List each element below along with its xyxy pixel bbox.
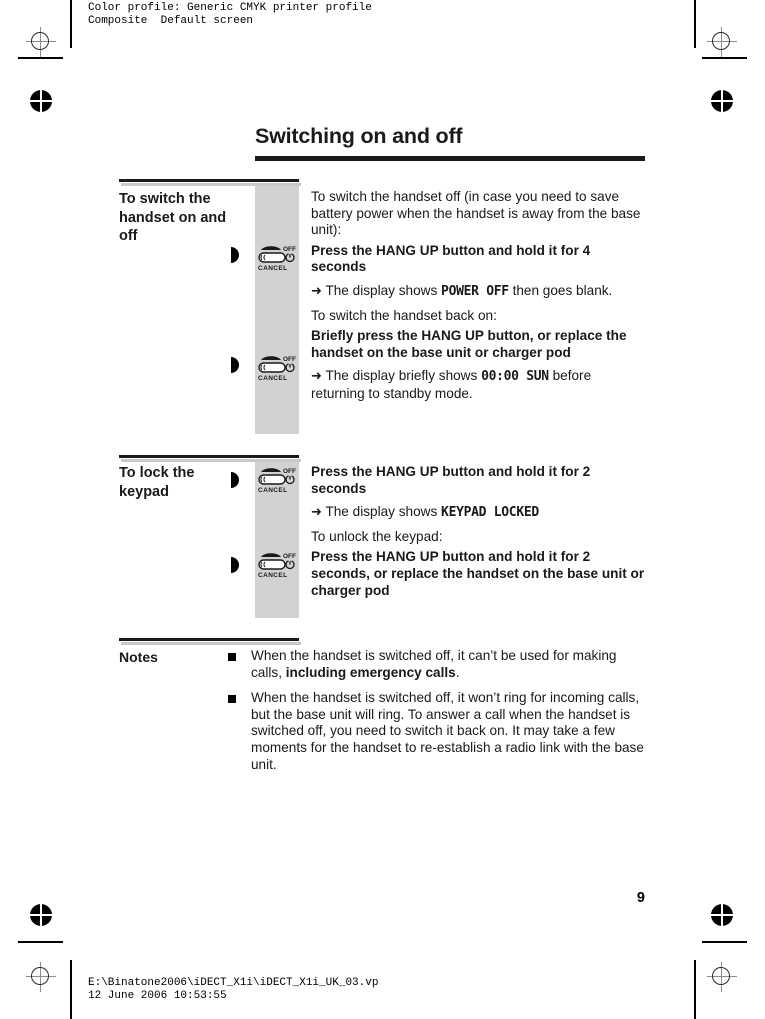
color-profile-header-line1: Color profile: Generic CMYK printer prof… [88, 2, 372, 14]
note-text-post: . [455, 664, 460, 680]
hang-up-key-icon: OFF CANCEL [255, 353, 299, 383]
section-2-rule [119, 455, 299, 458]
registration-mark-top-left [26, 27, 56, 57]
hang-up-key-icon: OFF CANCEL [255, 550, 299, 580]
svg-text:CANCEL: CANCEL [258, 265, 287, 272]
step-text-pre: Press the [311, 464, 376, 479]
section-2-step-2-instruction: Press the HANG UP button and hold it for… [311, 549, 647, 599]
section-1-rule [119, 179, 299, 182]
display-readout-clock: 00:00 SUN [481, 369, 549, 385]
page-title: Switching on and off [255, 124, 463, 148]
note-text-pre: When the handset is switched off, it won… [251, 690, 644, 772]
note-text-emphasis: including emergency calls [285, 664, 456, 680]
section-1-step-1-bullet [231, 247, 239, 263]
registration-ring [31, 967, 49, 985]
title-underline-rule [255, 156, 645, 161]
list-item: When the handset is switched off, it won… [228, 690, 648, 773]
registration-ring [712, 32, 730, 50]
registration-mark-bottom-right [707, 962, 737, 992]
section-1-icon-panel [255, 186, 299, 434]
result-text-pre: The display shows [325, 282, 442, 298]
solid-registration-crosshair-horizontal [27, 100, 55, 102]
hang-up-key-name: HANG UP [375, 549, 439, 565]
section-2-step-2-bullet [231, 557, 239, 573]
svg-text:OFF: OFF [283, 468, 296, 475]
display-readout-power-off: POWER OFF [441, 283, 509, 299]
section-1-step-2-result: ➜ The display briefly shows 00:00 SUN be… [311, 368, 647, 402]
color-profile-header-line2: Composite Default screen [88, 15, 254, 27]
page-border-left-bottom [70, 960, 72, 1019]
section-1-intro-text: To switch the handset off (in case you n… [311, 189, 641, 238]
export-timestamp: 12 June 2006 10:53:55 [88, 990, 227, 1002]
solid-registration-crosshair-horizontal [27, 914, 55, 916]
registration-mark-top-right [707, 27, 737, 57]
square-bullet-icon [228, 653, 236, 661]
svg-text:OFF: OFF [283, 246, 296, 253]
svg-text:CANCEL: CANCEL [258, 572, 287, 579]
section-1-step-1-instruction: Press the HANG UP button and hold it for… [311, 243, 647, 276]
svg-text:CANCEL: CANCEL [258, 487, 287, 494]
section-2-step-1-instruction: Press the HANG UP button and hold it for… [311, 464, 647, 497]
svg-text:OFF: OFF [283, 553, 296, 560]
result-arrow-icon: ➜ [311, 369, 322, 385]
section-1-step-1-result: ➜ The display shows POWER OFF then goes … [311, 283, 647, 301]
section-2-step-1-result: ➜ The display shows KEYPAD LOCKED [311, 504, 647, 522]
display-readout-keypad-locked: KEYPAD LOCKED [441, 505, 539, 521]
notes-label: Notes [119, 649, 158, 665]
notes-list: When the handset is switched off, it can… [228, 648, 648, 782]
page-border-right-bottom [694, 960, 696, 1019]
section-2-unlock-intro: To unlock the keypad: [311, 528, 443, 544]
section-1-step-2-instruction: Briefly press the HANG UP button, or rep… [311, 328, 647, 361]
page-border-right-top [694, 0, 696, 48]
hang-up-key-name: HANG UP [375, 242, 439, 258]
step-text-pre: Briefly press the [311, 328, 422, 344]
registration-ring [31, 32, 49, 50]
section-2-body: Press the HANG UP button and hold it for… [311, 464, 647, 599]
hang-up-key-icon: OFF CANCEL [255, 243, 299, 273]
trim-line-top-left [18, 57, 63, 59]
solid-registration-crosshair-horizontal [708, 100, 736, 102]
section-2-heading: To lock the keypad [119, 465, 195, 500]
trim-line-bottom-right [702, 941, 747, 943]
list-item: When the handset is switched off, it can… [228, 648, 648, 681]
svg-text:CANCEL: CANCEL [258, 375, 287, 382]
section-1-heading: To switch the handset on and off [119, 191, 227, 244]
solid-registration-crosshair-horizontal [708, 914, 736, 916]
solid-registration-mark-bottom-right [708, 901, 736, 929]
trim-line-bottom-left [18, 941, 63, 943]
hang-up-key-icon: OFF CANCEL [255, 465, 299, 495]
result-text-post: then goes blank. [508, 282, 613, 298]
registration-ring [712, 967, 730, 985]
result-arrow-icon: ➜ [311, 505, 322, 521]
notes-rule [119, 638, 299, 641]
result-arrow-icon: ➜ [311, 283, 322, 299]
registration-mark-bottom-left [26, 962, 56, 992]
solid-registration-mark-top-right [708, 87, 736, 115]
section-1-step-2-bullet [231, 357, 239, 373]
square-bullet-icon [228, 695, 236, 704]
section-1-switch-on-intro: To switch the handset back on: [311, 307, 497, 323]
solid-registration-mark-bottom-left [27, 901, 55, 929]
hang-up-key-name: HANG UP [421, 328, 484, 344]
trim-line-top-right [702, 57, 747, 59]
solid-registration-mark-top-left [27, 87, 55, 115]
hang-up-key-name: HANG UP [375, 464, 439, 479]
step-text-pre: Press the [311, 242, 376, 258]
source-file-path: E:\Binatone2006\iDECT_X1i\iDECT_X1i_UK_0… [88, 977, 379, 989]
page-border-left-top [70, 0, 72, 48]
page-number: 9 [636, 890, 645, 906]
section-1-body: To switch the handset off (in case you n… [311, 189, 647, 403]
notes-rule-shadow [121, 642, 301, 645]
step-text-pre: Press the [311, 549, 376, 565]
result-text-pre: The display briefly shows [325, 368, 482, 384]
svg-text:OFF: OFF [283, 356, 296, 363]
result-text-pre: The display shows [325, 504, 442, 520]
